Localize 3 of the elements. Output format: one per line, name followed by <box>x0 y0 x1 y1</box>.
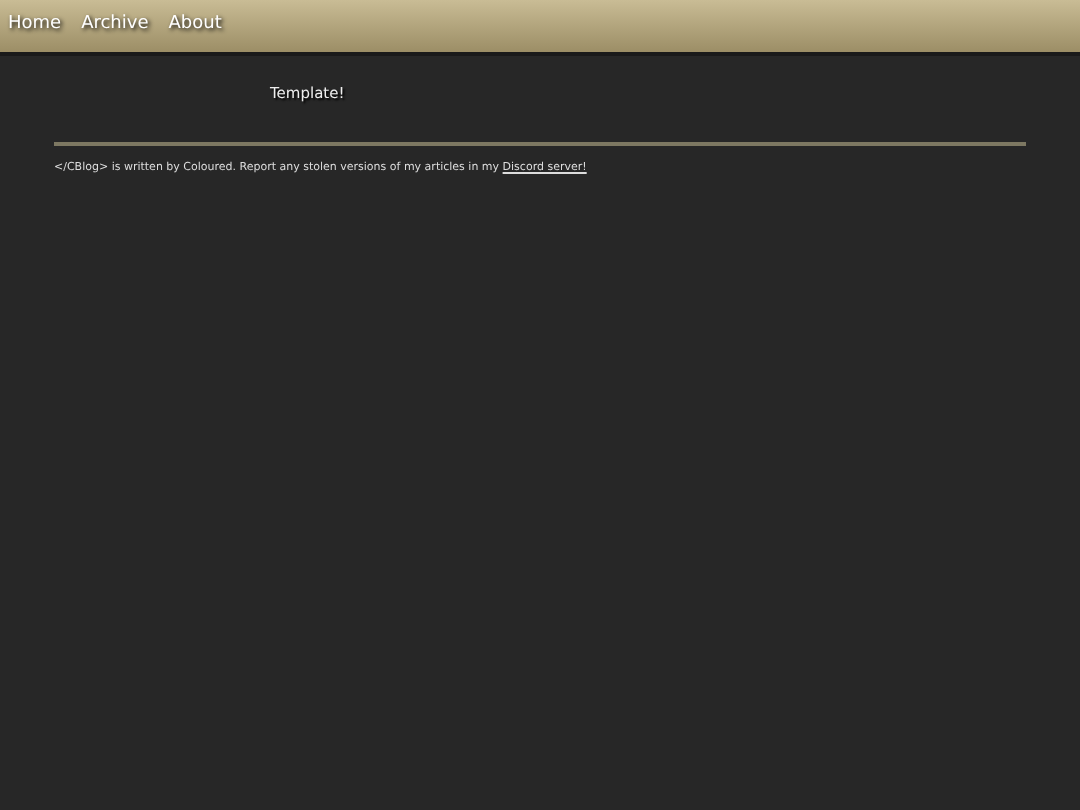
nav-link[interactable]: Archive <box>81 12 149 40</box>
nav-link[interactable]: About <box>168 12 222 40</box>
nav-link[interactable]: Home <box>8 12 62 40</box>
